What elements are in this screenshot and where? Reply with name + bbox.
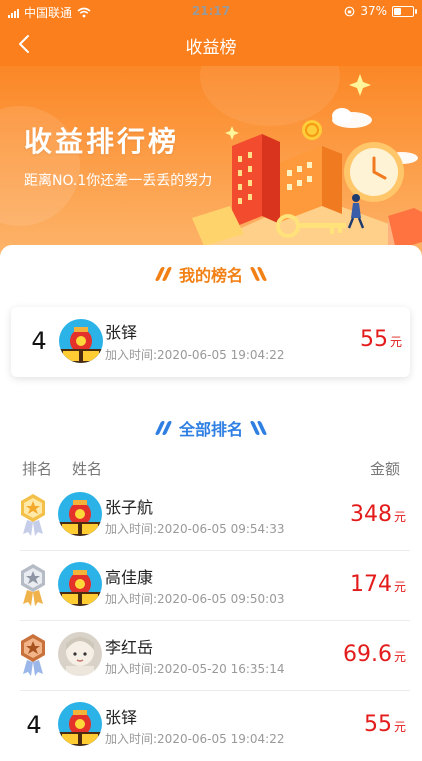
row-amount-unit: 元	[393, 580, 406, 594]
row-amount: 348 元	[350, 502, 406, 527]
row-amount-value: 348	[349, 502, 392, 527]
my-amount-unit: 元	[389, 335, 402, 349]
decor-slashes-icon	[154, 267, 173, 281]
status-bar: 中国联通 21:17 37%	[0, 0, 422, 22]
table-row[interactable]: 高佳康 加入时间:2020-06-05 09:50:03 174 元	[0, 551, 422, 621]
my-rank-number: 4	[31, 327, 47, 355]
coin-bag-avatar-icon	[58, 492, 102, 536]
avatar	[58, 632, 102, 676]
gold-medal-icon	[21, 494, 45, 536]
row-amount-unit: 元	[393, 650, 406, 664]
banner-headline: 收益排行榜	[24, 125, 180, 158]
battery-icon	[392, 5, 417, 17]
my-rank-title-text: 我的榜名	[178, 266, 243, 285]
avatar	[58, 562, 102, 606]
all-rank-title-text: 全部排名	[178, 420, 243, 439]
city-finance-illustration	[192, 74, 422, 256]
decor-slashes-icon	[154, 421, 173, 435]
child-avatar-icon	[58, 632, 102, 676]
table-row[interactable]: 李红岳 加入时间:2020-05-20 16:35:14 69.6 元	[0, 621, 422, 691]
avatar	[58, 492, 102, 536]
row-amount-value: 55	[363, 712, 392, 737]
row-amount: 55 元	[364, 712, 406, 737]
silver-medal-icon	[21, 564, 45, 606]
row-amount-value: 69.6	[343, 642, 392, 667]
row-rank-number: 4	[26, 711, 42, 739]
bronze-medal-icon	[21, 634, 45, 676]
row-name: 高佳康	[105, 568, 154, 587]
row-name: 张子航	[105, 498, 154, 517]
row-amount-unit: 元	[393, 510, 406, 524]
my-rank-card[interactable]: 4 张铎 加入时间:2020-06-05 19:04:22 55 元	[11, 307, 410, 377]
row-amount-value: 174	[349, 572, 392, 597]
header-rank: 排名	[22, 460, 53, 478]
row-join-time: 加入时间:2020-06-05 09:54:33	[105, 522, 285, 536]
coin-bag-avatar-icon	[59, 319, 103, 363]
row-name: 李红岳	[105, 638, 154, 657]
row-join-time: 加入时间:2020-06-05 09:50:03	[105, 592, 285, 606]
decor-slashes-icon	[249, 421, 268, 435]
row-join-time: 加入时间:2020-05-20 16:35:14	[105, 662, 285, 676]
my-amount-value: 55	[359, 327, 388, 352]
avatar	[58, 702, 102, 746]
table-row[interactable]: 张子航 加入时间:2020-06-05 09:54:33 348 元	[0, 481, 422, 551]
banner: 收益排行榜 距离NO.1你还差一丢丢的努力	[0, 66, 422, 256]
my-name: 张铎	[105, 323, 138, 342]
banner-subtitle: 距离NO.1你还差一丢丢的努力	[24, 173, 213, 189]
battery-percent: 37%	[360, 4, 387, 18]
my-amount: 55 元	[360, 327, 402, 352]
orientation-lock-icon	[344, 6, 355, 16]
page-title: 收益榜	[185, 38, 237, 58]
coin-bag-avatar-icon	[58, 702, 102, 746]
header-name: 姓名	[72, 460, 103, 478]
all-rank-title: 全部排名	[0, 417, 422, 439]
nav-bar: 收益榜	[0, 22, 422, 66]
header-amount: 金额	[369, 460, 400, 478]
row-name: 张铎	[105, 708, 138, 727]
table-row[interactable]: 4 张铎 加入时间:2020-06-05 19:04:22 55 元	[0, 691, 422, 761]
rank-list-header: 排名 姓名 金额	[0, 458, 422, 480]
my-join-time: 加入时间:2020-06-05 19:04:22	[105, 348, 285, 362]
decor-slashes-icon	[249, 267, 268, 281]
row-amount-unit: 元	[393, 720, 406, 734]
avatar	[59, 319, 103, 363]
my-rank-title: 我的榜名	[0, 263, 422, 285]
coin-bag-avatar-icon	[58, 562, 102, 606]
row-amount: 174 元	[350, 572, 406, 597]
row-join-time: 加入时间:2020-06-05 19:04:22	[105, 732, 285, 746]
row-amount: 69.6 元	[343, 642, 406, 667]
